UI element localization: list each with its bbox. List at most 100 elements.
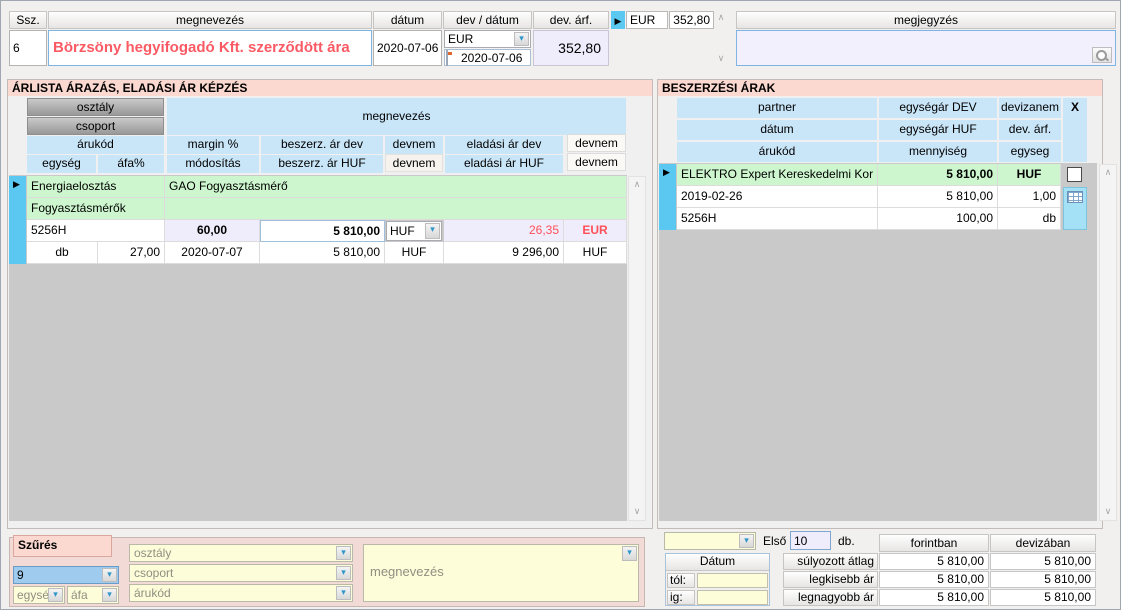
- scroll-up-icon[interactable]: ∧: [629, 180, 645, 190]
- chevron-down-icon[interactable]: ▾: [336, 566, 351, 580]
- sort-order-select[interactable]: 9 ▾: [13, 566, 119, 584]
- arlista-header-osztaly[interactable]: osztály: [27, 98, 164, 116]
- chevron-down-icon[interactable]: ▾: [514, 32, 529, 46]
- beszerzesi-header-x: X: [1063, 98, 1087, 162]
- beszerzesi-cell-egyseg[interactable]: db: [998, 208, 1061, 230]
- chevron-down-icon[interactable]: ▾: [48, 588, 63, 602]
- stat-mode-select[interactable]: ▾: [664, 532, 756, 550]
- stats-value-deviza: 5 810,00: [990, 553, 1096, 570]
- row-pointer-icon: ▶: [13, 180, 20, 190]
- beszerzesi-cell-dev-arf[interactable]: 1,00: [998, 186, 1061, 208]
- chevron-down-icon[interactable]: ▾: [336, 586, 351, 600]
- arlista-header-arukod: árukód: [27, 136, 164, 154]
- arlista-header-devnem-2: devnem: [567, 134, 626, 152]
- osztaly-filter-value: osztály: [134, 546, 171, 560]
- chevron-down-icon[interactable]: ▾: [739, 534, 754, 548]
- arlista-scrollbar[interactable]: ∧ ∨: [628, 176, 646, 521]
- note-zoom-button[interactable]: [1092, 47, 1112, 63]
- arlista-header-eladasi-ar-dev: eladási ár dev: [445, 136, 563, 154]
- row-pointer-icon: ▶: [615, 17, 622, 27]
- ig-label: ig:: [667, 590, 695, 605]
- beszerzesi-header-arukod: árukód: [677, 142, 877, 162]
- arlista-header-margin: margin %: [167, 136, 259, 154]
- arlista-cell-eladasi-devnem[interactable]: EUR: [564, 220, 627, 242]
- beszerzesi-cell-datum[interactable]: 2019-02-26: [677, 186, 878, 208]
- currency-select[interactable]: EUR ▾: [444, 30, 531, 48]
- sort-order-value: 9: [17, 568, 24, 582]
- beszerzesi-cell-partner[interactable]: ELEKTRO Expert Kereskedelmi Kor: [677, 164, 878, 186]
- stats-header-forintban: forintban: [879, 534, 989, 552]
- arlista-devnem-select[interactable]: HUF ▾: [386, 221, 442, 241]
- arlista-cell-beszerz-huf-devnem[interactable]: HUF: [385, 242, 444, 264]
- egyseg-filter-select[interactable]: egység ▾: [13, 586, 65, 604]
- chevron-down-icon[interactable]: ▾: [622, 546, 637, 561]
- chevron-down-icon[interactable]: ▾: [102, 588, 117, 602]
- arlista-cell-beszerz-ar-huf[interactable]: 5 810,00: [260, 242, 385, 264]
- beszerzesi-row-indicator-strip: ▶: [659, 164, 676, 230]
- beszerzesi-header-egyseg: egyseg: [999, 142, 1061, 162]
- note-field[interactable]: [736, 30, 1116, 66]
- arlista-cell-eladasi-ar-dev[interactable]: 26,35: [444, 220, 564, 242]
- stats-label: legnagyobb ár: [783, 589, 878, 606]
- beszerzesi-scrollbar[interactable]: ∧ ∨: [1099, 164, 1117, 521]
- mini-grid-rate-cell[interactable]: 352,80: [669, 11, 714, 29]
- arlista-header-csoport[interactable]: csoport: [27, 117, 164, 135]
- arlista-header-devnem-3: devnem: [385, 154, 443, 172]
- include-checkbox[interactable]: [1067, 167, 1082, 182]
- beszerzesi-header-mennyiseg: mennyiség: [879, 142, 997, 162]
- pricelist-name-field[interactable]: Börzsöny hegyifogadó Kft. szerződött ára: [48, 30, 372, 66]
- afa-filter-select[interactable]: áfa ▾: [67, 586, 119, 604]
- detail-grid-button[interactable]: [1063, 187, 1087, 230]
- stats-value-deviza: 5 810,00: [990, 571, 1096, 588]
- csoport-filter-select[interactable]: csoport ▾: [129, 564, 353, 582]
- scroll-up-icon[interactable]: ∧: [1100, 168, 1116, 178]
- arlista-cell-eladasi-huf-devnem[interactable]: HUF: [564, 242, 627, 264]
- stats-value-deviza: 5 810,00: [990, 589, 1096, 606]
- szures-panel-title: Szűrés: [13, 535, 112, 557]
- arlista-header-beszerz-ar-huf: beszerz. ár HUF: [261, 155, 383, 173]
- beszerzesi-cell-devizanem[interactable]: HUF: [998, 164, 1061, 186]
- col-header-dev-arf: dev. árf.: [533, 11, 609, 29]
- mini-scroll-down-icon[interactable]: ∨: [713, 54, 729, 64]
- arlista-cell-arukod[interactable]: 5256H: [27, 220, 165, 242]
- chevron-down-icon[interactable]: ▾: [102, 568, 117, 582]
- arlista-cell-osztaly[interactable]: Energiaelosztás: [27, 176, 165, 198]
- scroll-down-icon[interactable]: ∨: [1100, 507, 1116, 517]
- osztaly-filter-select[interactable]: osztály ▾: [129, 544, 353, 562]
- arlista-cell-modositas[interactable]: 2020-07-07: [165, 242, 260, 264]
- beszerzesi-cell-arukod[interactable]: 5256H: [677, 208, 878, 230]
- chevron-down-icon[interactable]: ▾: [425, 223, 440, 239]
- scroll-down-icon[interactable]: ∨: [629, 507, 645, 517]
- chevron-down-icon[interactable]: ▾: [336, 546, 351, 560]
- beszerzesi-cell-egysegar-dev[interactable]: 5 810,00: [878, 164, 998, 186]
- arlista-cell-megnevezes-2[interactable]: [165, 198, 627, 220]
- megnevezes-filter-value: megnevezés: [370, 564, 444, 579]
- arlista-cell-eladasi-ar-huf[interactable]: 9 296,00: [444, 242, 564, 264]
- first-count-input[interactable]: [790, 531, 831, 550]
- arukod-filter-select[interactable]: árukód ▾: [129, 584, 353, 602]
- datum-filter-box: Dátum tól: ig:: [665, 553, 770, 606]
- calendar-icon[interactable]: [446, 50, 448, 66]
- datum-box-title: Dátum: [666, 554, 769, 571]
- arlista-header-modositas: módosítás: [167, 155, 259, 173]
- arlista-cell-margin[interactable]: 60,00: [165, 220, 260, 242]
- arukod-filter-value: árukód: [134, 586, 171, 600]
- arlista-cell-beszerz-ar-dev[interactable]: 5 810,00: [260, 220, 385, 242]
- currency-date-field[interactable]: 2020-07-06: [444, 49, 531, 66]
- mini-grid-currency-cell[interactable]: EUR: [626, 11, 668, 29]
- mini-grid-row-indicator: ▶: [611, 11, 625, 29]
- beszerzesi-cell-egysegar-huf[interactable]: 5 810,00: [878, 186, 998, 208]
- arlista-cell-egyseg[interactable]: db: [27, 242, 98, 264]
- beszerzesi-cell-mennyiseg[interactable]: 100,00: [878, 208, 998, 230]
- beszerzesi-header-partner: partner: [677, 98, 877, 118]
- arlista-row-indicator-strip: ▶: [9, 176, 26, 264]
- date-to-input[interactable]: [697, 590, 768, 605]
- arlista-cell-csoport[interactable]: Fogyasztásmérők: [27, 198, 165, 220]
- csoport-filter-value: csoport: [134, 566, 173, 580]
- date-from-input[interactable]: [697, 573, 768, 588]
- currency-date-value: 2020-07-06: [461, 51, 522, 65]
- arlista-cell-megnevezes[interactable]: GAO Fogyasztásmérő: [165, 176, 627, 198]
- mini-scroll-up-icon[interactable]: ∧: [713, 13, 729, 23]
- megnevezes-filter-field[interactable]: megnevezés ▾: [363, 544, 639, 602]
- arlista-cell-afa[interactable]: 27,00: [98, 242, 165, 264]
